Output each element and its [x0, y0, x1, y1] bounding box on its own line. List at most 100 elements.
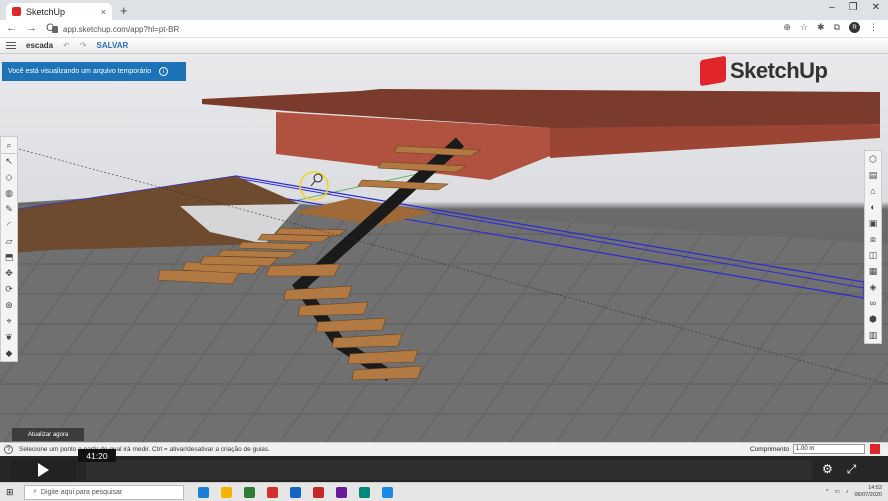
redo-icon[interactable]: ↷: [80, 41, 87, 50]
sketchup-logo-icon: [700, 55, 726, 87]
move-icon[interactable]: ✥: [1, 265, 17, 281]
temporary-file-banner: Você está visualizando um arquivo tempor…: [2, 62, 186, 81]
walk-icon[interactable]: ❦: [1, 329, 17, 345]
instructor-icon[interactable]: ▤: [865, 167, 881, 183]
taskbar-search-input[interactable]: ⌕ Digite aqui para pesquisar: [24, 484, 184, 500]
clock-date: 06/07/2020: [854, 492, 882, 498]
flag-icon[interactable]: [870, 444, 880, 454]
back-button[interactable]: ←: [6, 22, 17, 34]
upper-slab-side: [550, 124, 880, 158]
update-now-button[interactable]: Atualizar agora: [12, 428, 84, 441]
solid-icon[interactable]: ⬢: [865, 311, 881, 327]
shadows-icon[interactable]: ▦: [865, 263, 881, 279]
sketchup-logo: SketchUp: [700, 55, 828, 87]
search-icon[interactable]: ⌕: [1, 137, 17, 153]
entity-info-icon[interactable]: ⬡: [865, 151, 881, 167]
measurement-box: Comprimento 1.00 m: [750, 444, 866, 454]
trash-icon[interactable]: ▥: [865, 327, 881, 343]
hamburger-menu-icon[interactable]: [6, 42, 16, 49]
save-button[interactable]: SALVAR: [97, 41, 129, 50]
close-tab-icon[interactable]: ×: [101, 7, 106, 17]
nav-buttons: ← → C: [6, 22, 54, 34]
eraser-icon[interactable]: ◇: [1, 169, 17, 185]
maximize-button[interactable]: ❐: [849, 2, 858, 13]
minimize-button[interactable]: –: [829, 2, 835, 13]
taskbar-app-icon[interactable]: [382, 486, 393, 498]
info-icon[interactable]: i: [159, 67, 169, 76]
shape-icon[interactable]: ▱: [1, 233, 17, 249]
window-controls: – ❐ ✕: [829, 2, 880, 13]
taskbar-app-icon[interactable]: [244, 486, 255, 498]
search-icon: ⌕: [33, 488, 37, 495]
push-pull-icon[interactable]: ⬒: [1, 249, 17, 265]
help-icon[interactable]: ?: [4, 445, 13, 454]
tape-cursor-icon: [313, 173, 323, 183]
fullscreen-icon[interactable]: ⤢: [847, 462, 857, 477]
measure-input[interactable]: 1.00 m: [793, 444, 866, 454]
undo-icon[interactable]: ↶: [63, 41, 70, 50]
app-toolbar: escada ↶ ↷ SALVAR: [0, 38, 888, 54]
video-timecode: 41:20: [78, 449, 116, 462]
taskbar-app-icon[interactable]: [221, 486, 232, 498]
section-icon[interactable]: ◆: [1, 345, 17, 361]
paint-icon[interactable]: ◍: [1, 185, 17, 201]
system-tray: ^ ▭ ♪ 14:52 06/07/2020: [826, 485, 882, 499]
taskbar-app-icon[interactable]: [198, 486, 209, 498]
puzzle-icon[interactable]: ⧉: [834, 22, 840, 33]
arc-icon[interactable]: ◜: [1, 217, 17, 233]
outliner-icon[interactable]: ∞: [865, 295, 881, 311]
url-input[interactable]: app.sketchup.com/app?hl=pt-BR: [52, 22, 792, 36]
pencil-icon[interactable]: ✎: [1, 201, 17, 217]
tray-arrow-icon[interactable]: ^: [826, 489, 829, 495]
play-button[interactable]: [10, 459, 76, 481]
layers-icon[interactable]: ⧈: [865, 231, 881, 247]
play-icon: [37, 463, 49, 477]
styles-icon[interactable]: ▣: [865, 215, 881, 231]
3d-viewport[interactable]: [0, 54, 888, 442]
browser-actions: ⊕ ☆ ✱ ⧉ R ⋮: [783, 22, 878, 33]
taskbar-app-icon[interactable]: [359, 486, 370, 498]
taskbar-app-icon[interactable]: [313, 486, 324, 498]
new-tab-button[interactable]: +: [120, 3, 128, 18]
volume-icon[interactable]: ♪: [846, 489, 849, 495]
materials-icon[interactable]: ◐: [865, 199, 881, 215]
search-placeholder: Digite aqui para pesquisar: [40, 488, 123, 496]
video-progress-bar[interactable]: [86, 460, 812, 480]
scenes-icon[interactable]: ◫: [865, 247, 881, 263]
lock-icon: [52, 25, 58, 33]
display-icon[interactable]: ◈: [865, 279, 881, 295]
taskbar-apps: [198, 486, 393, 498]
logo-text: SketchUp: [730, 58, 828, 83]
video-actions: ⚙ ⤢: [822, 462, 856, 477]
status-bar: ? Selecione um ponto a partir do qual ir…: [0, 442, 888, 456]
tab-sketchup[interactable]: SketchUp ×: [6, 3, 112, 20]
settings-icon[interactable]: ⚙: [822, 462, 833, 477]
select-icon[interactable]: ↖: [1, 153, 17, 169]
status-text: Selecione um ponto a partir do qual irá …: [19, 446, 270, 453]
right-toolbar: ⬡ ▤ ⌂ ◐ ▣ ⧈ ◫ ▦ ◈ ∞ ⬢ ▥: [864, 150, 882, 344]
address-bar: ← → C app.sketchup.com/app?hl=pt-BR ⊕ ☆ …: [0, 20, 888, 38]
forward-button[interactable]: →: [26, 22, 37, 34]
windows-start-icon[interactable]: ⊞: [6, 487, 20, 498]
model-scene: [0, 89, 888, 442]
clock-time: 14:52: [868, 485, 882, 491]
browser-tab-bar: SketchUp × + – ❐ ✕: [0, 0, 888, 20]
document-name[interactable]: escada: [26, 41, 53, 50]
taskbar-app-icon[interactable]: [336, 486, 347, 498]
profile-avatar[interactable]: R: [849, 22, 860, 33]
rotate-icon[interactable]: ⟳: [1, 281, 17, 297]
measure-label: Comprimento: [750, 445, 790, 453]
star-icon[interactable]: ☆: [800, 22, 808, 33]
orbit-icon[interactable]: ⊛: [1, 297, 17, 313]
tape-icon[interactable]: ⌖: [1, 313, 17, 329]
menu-icon[interactable]: ⋮: [869, 22, 878, 33]
zoom-icon[interactable]: ⊕: [783, 22, 791, 33]
taskbar-app-icon[interactable]: [267, 486, 278, 498]
taskbar-app-icon[interactable]: [290, 486, 301, 498]
clock[interactable]: 14:52 06/07/2020: [854, 485, 882, 499]
network-icon[interactable]: ▭: [835, 489, 840, 495]
close-window-button[interactable]: ✕: [872, 2, 880, 13]
extension-icon[interactable]: ✱: [817, 22, 825, 33]
windows-taskbar: ⊞ ⌕ Digite aqui para pesquisar ^ ▭ ♪ 14:…: [0, 482, 888, 501]
components-icon[interactable]: ⌂: [865, 183, 881, 199]
